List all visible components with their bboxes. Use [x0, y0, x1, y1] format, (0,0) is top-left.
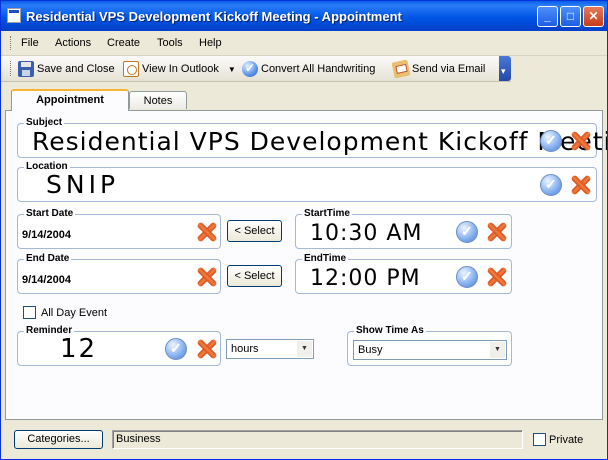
end-date-select-button[interactable]: < Select — [227, 265, 282, 287]
menu-actions[interactable]: Actions — [55, 37, 91, 49]
show-time-as-label: Show Time As — [354, 325, 426, 336]
start-date-value: 9/14/2004 — [22, 229, 71, 241]
reminder-clear-x-icon[interactable] — [196, 338, 218, 360]
appointment-app-icon — [7, 8, 21, 23]
location-accept-check-icon[interactable] — [540, 174, 562, 196]
send-via-email-button[interactable]: Send via Email — [391, 59, 486, 79]
end-time-ink-text: 12:00 PM — [310, 266, 421, 291]
end-date-value: 9/14/2004 — [22, 274, 71, 286]
reminder-unit-dropdown-arrow-icon[interactable]: ▼ — [297, 341, 312, 357]
menu-tools[interactable]: Tools — [157, 37, 183, 49]
reminder-ink-text: 12 — [60, 334, 98, 364]
tab-notes[interactable]: Notes — [129, 91, 187, 109]
start-time-accept-check-icon[interactable] — [456, 221, 478, 243]
appointment-form: Subject Residential VPS Development Kick… — [5, 110, 607, 420]
save-disk-icon — [18, 61, 34, 77]
start-date-label: Start Date — [24, 208, 76, 219]
send-via-email-label: Send via Email — [412, 63, 486, 75]
start-time-clear-x-icon[interactable] — [486, 221, 508, 243]
window-title: Residential VPS Development Kickoff Meet… — [26, 9, 402, 24]
appointment-window: Residential VPS Development Kickoff Meet… — [0, 0, 608, 460]
show-time-as-dropdown-arrow-icon[interactable]: ▼ — [490, 342, 505, 358]
start-time-group[interactable]: StartTime 10:30 AM — [295, 208, 512, 249]
menu-create[interactable]: Create — [107, 37, 140, 49]
save-and-close-button[interactable]: Save and Close — [18, 60, 115, 78]
subject-group[interactable]: Subject Residential VPS Development Kick… — [17, 117, 607, 158]
convert-all-handwriting-label: Convert All Handwriting — [261, 63, 376, 75]
toolbar-grip-icon[interactable] — [10, 61, 14, 76]
start-time-ink-text: 10:30 AM — [310, 221, 423, 246]
toolbar-overflow-chevron-icon[interactable] — [499, 56, 511, 81]
menu-bar: File Actions Create Tools Help — [1, 31, 607, 56]
close-button[interactable]: ✕ — [583, 6, 604, 27]
location-ink-text: SNIP — [46, 170, 120, 199]
subject-clear-x-icon[interactable] — [570, 130, 592, 152]
menu-help[interactable]: Help — [199, 37, 222, 49]
subject-ink-text: Residential VPS Development Kickoff Meet… — [32, 127, 608, 156]
all-day-event-checkbox[interactable] — [23, 306, 36, 319]
end-date-clear-x-icon[interactable] — [196, 266, 218, 288]
convert-check-icon — [242, 61, 258, 77]
end-time-accept-check-icon[interactable] — [456, 266, 478, 288]
categories-button[interactable]: Categories... — [14, 430, 103, 449]
end-date-group[interactable]: End Date 9/14/2004 — [17, 253, 221, 294]
show-time-as-value: Busy — [358, 344, 383, 356]
end-time-label: EndTime — [302, 253, 349, 264]
bottom-bar: Categories... Business Private — [1, 420, 607, 459]
calendar-clock-icon — [123, 61, 139, 77]
private-label: Private — [549, 434, 584, 446]
view-in-outlook-label: View In Outlook — [142, 63, 219, 75]
menu-file[interactable]: File — [21, 37, 39, 49]
end-time-clear-x-icon[interactable] — [486, 266, 508, 288]
toolbar: Save and Close View In Outlook ▼ Convert… — [1, 56, 511, 82]
maximize-button[interactable]: □ — [560, 6, 581, 27]
all-day-event-label: All Day Event — [41, 307, 108, 319]
reminder-accept-check-icon[interactable] — [165, 338, 187, 360]
location-group[interactable]: Location SNIP — [17, 161, 597, 202]
tab-appointment[interactable]: Appointment — [11, 89, 129, 111]
categories-value: Business — [116, 433, 161, 445]
view-in-outlook-button[interactable]: View In Outlook ▼ — [123, 60, 236, 78]
title-bar[interactable]: Residential VPS Development Kickoff Meet… — [1, 1, 607, 31]
subject-accept-check-icon[interactable] — [540, 130, 562, 152]
show-time-as-select[interactable]: Busy ▼ — [353, 340, 507, 360]
private-checkbox[interactable] — [533, 433, 546, 446]
show-time-as-group: Show Time As Busy ▼ — [347, 325, 512, 366]
convert-all-handwriting-button[interactable]: Convert All Handwriting — [242, 60, 375, 78]
menu-grip-icon[interactable] — [10, 36, 14, 50]
reminder-unit-value: hours — [231, 343, 259, 355]
end-date-label: End Date — [24, 253, 72, 264]
location-clear-x-icon[interactable] — [570, 174, 592, 196]
start-date-clear-x-icon[interactable] — [196, 221, 218, 243]
view-dropdown-arrow-icon[interactable]: ▼ — [228, 65, 236, 74]
start-date-select-button[interactable]: < Select — [227, 220, 282, 242]
save-and-close-label: Save and Close — [37, 63, 115, 75]
tab-strip: Appointment Notes — [1, 89, 607, 111]
start-time-label: StartTime — [302, 208, 352, 219]
end-time-group[interactable]: EndTime 12:00 PM — [295, 253, 512, 294]
reminder-unit-select[interactable]: hours ▼ — [226, 339, 314, 359]
reminder-group[interactable]: Reminder 12 — [17, 325, 221, 366]
email-envelope-icon — [391, 59, 411, 79]
categories-field[interactable]: Business — [112, 430, 523, 449]
start-date-group[interactable]: Start Date 9/14/2004 — [17, 208, 221, 249]
minimize-button[interactable]: _ — [537, 6, 558, 27]
